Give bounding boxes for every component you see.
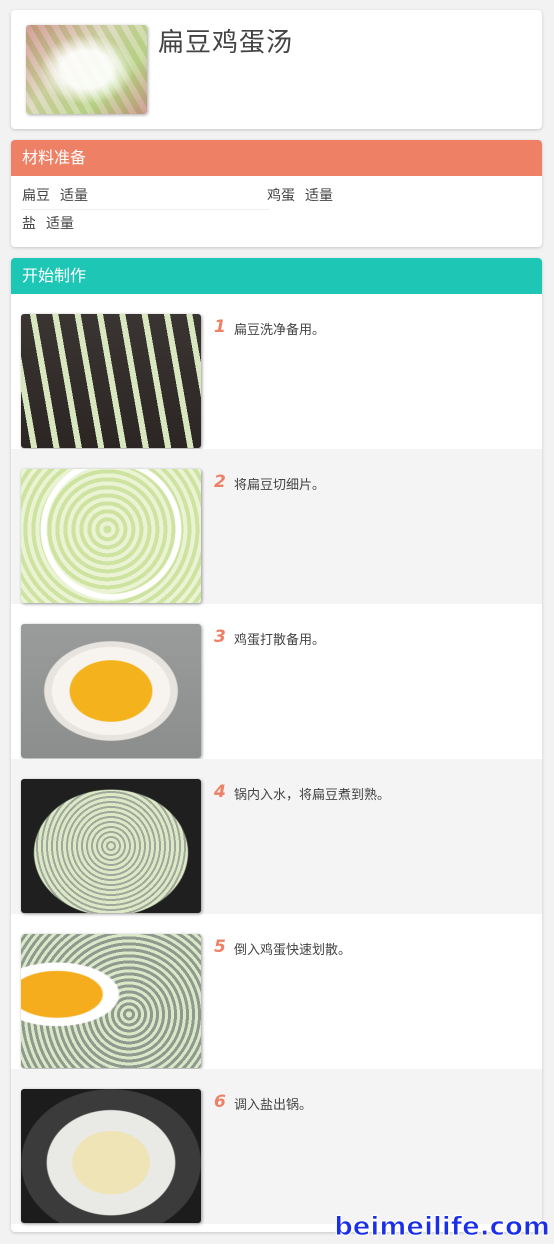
step-photo[interactable] — [21, 779, 201, 913]
watermark-logo: beimeilife.com — [334, 1212, 551, 1243]
step-number: 5 — [214, 937, 226, 957]
step-text: 将扁豆切细片。 — [234, 478, 326, 493]
recipe-thumbnail[interactable] — [26, 25, 147, 114]
step-item: 4 锅内入水，将扁豆煮到熟。 — [11, 759, 542, 914]
step-item: 3 鸡蛋打散备用。 — [11, 604, 542, 759]
ingredient-qty: 适量 — [60, 188, 88, 204]
step-item: 5 倒入鸡蛋快速划散。 — [11, 914, 542, 1069]
ingredient-name: 鸡蛋 — [267, 188, 295, 204]
ingredients-card: 材料准备 扁豆 适量 鸡蛋 适量 盐适量 — [11, 140, 542, 247]
step-text: 倒入鸡蛋快速划散。 — [234, 943, 352, 958]
step-item: 1 扁豆洗净备用。 — [11, 294, 542, 449]
step-text: 鸡蛋打散备用。 — [234, 633, 326, 648]
ingredient-name: 盐 — [22, 216, 36, 232]
step-number: 3 — [214, 627, 226, 647]
recipe-header-card: 扁豆鸡蛋汤 — [11, 10, 542, 129]
step-photo[interactable] — [21, 624, 201, 758]
step-number: 2 — [214, 472, 226, 492]
ingredient-item: 盐适量 — [22, 212, 74, 236]
step-photo[interactable] — [21, 469, 201, 603]
step-photo[interactable] — [21, 934, 201, 1068]
ingredient-qty: 适量 — [305, 188, 333, 204]
ingredient-item: 扁豆 适量 — [22, 184, 88, 208]
step-number: 4 — [214, 782, 226, 802]
step-number: 1 — [214, 317, 226, 337]
step-photo[interactable] — [21, 314, 201, 448]
step-number: 6 — [214, 1092, 226, 1112]
ingredient-item: 鸡蛋 适量 — [267, 184, 333, 208]
ingredients-heading: 材料准备 — [11, 140, 542, 176]
recipe-title: 扁豆鸡蛋汤 — [158, 28, 294, 58]
ingredient-name: 扁豆 — [22, 188, 50, 204]
step-item: 2 将扁豆切细片。 — [11, 449, 542, 604]
step-photo[interactable] — [21, 1089, 201, 1223]
step-text: 扁豆洗净备用。 — [234, 323, 326, 338]
ingredient-qty: 适量 — [46, 216, 74, 232]
step-text: 调入盐出锅。 — [234, 1098, 313, 1113]
step-item: 6 调入盐出锅。 — [11, 1069, 542, 1224]
steps-heading: 开始制作 — [11, 258, 542, 294]
steps-card: 开始制作 1 扁豆洗净备用。 2 将扁豆切细片。 3 鸡蛋打散备用。 4 锅内入… — [11, 258, 542, 1232]
step-text: 锅内入水，将扁豆煮到熟。 — [234, 788, 391, 803]
ingredient-divider — [21, 209, 269, 210]
